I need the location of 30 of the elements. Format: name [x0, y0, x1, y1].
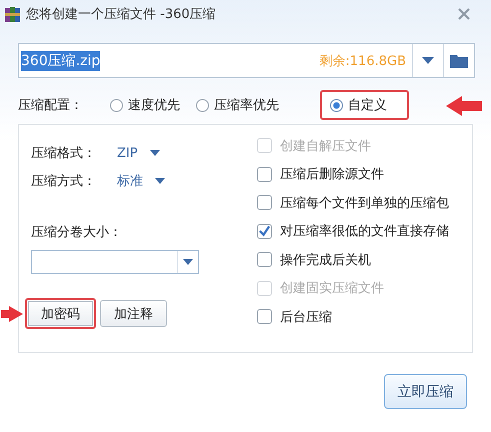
option-checkbox[interactable]: 压缩每个文件到单独的压缩包 — [257, 192, 449, 214]
action-button[interactable]: 加注释 — [100, 300, 167, 327]
app-icon — [4, 5, 22, 23]
filename-text: 360压缩.zip — [21, 50, 100, 70]
method-dropdown[interactable]: 标准 — [117, 172, 165, 190]
caret-icon — [150, 150, 160, 156]
caret-icon — [155, 178, 165, 184]
option-checkbox[interactable]: 后台压缩 — [257, 306, 449, 328]
close-icon[interactable] — [457, 7, 471, 21]
caret-icon — [422, 56, 434, 64]
profile-label: 压缩配置： — [18, 97, 84, 114]
format-dropdown[interactable]: ZIP — [117, 146, 160, 160]
window-title: 您将创建一个压缩文件 -360压缩 — [26, 6, 217, 23]
compress-now-button[interactable]: 立即压缩 — [384, 374, 467, 409]
radio-option[interactable]: 自定义 — [320, 90, 409, 120]
radio-option[interactable]: 速度优先 — [104, 90, 190, 120]
option-checkbox[interactable]: 操作完成后关机 — [257, 249, 449, 270]
annotation-arrow — [1, 304, 23, 324]
checkmark-icon — [258, 224, 271, 238]
caret-icon — [183, 259, 193, 265]
format-label: 压缩格式： — [31, 145, 97, 162]
action-button[interactable]: 加密码 — [25, 298, 96, 329]
radio-option[interactable]: 压缩率优先 — [190, 90, 289, 120]
option-checkbox[interactable]: 压缩后删除源文件 — [257, 164, 449, 185]
option-checkbox[interactable]: 对压缩率很低的文件直接存储 — [257, 220, 449, 242]
folder-icon — [450, 54, 468, 68]
free-space-label: 剩余:116.8GB — [319, 52, 406, 70]
filename-field[interactable]: 360压缩.zip 剩余:116.8GB — [18, 43, 475, 78]
method-label: 压缩方式： — [31, 173, 97, 190]
split-size-label: 压缩分卷大小： — [31, 224, 123, 241]
